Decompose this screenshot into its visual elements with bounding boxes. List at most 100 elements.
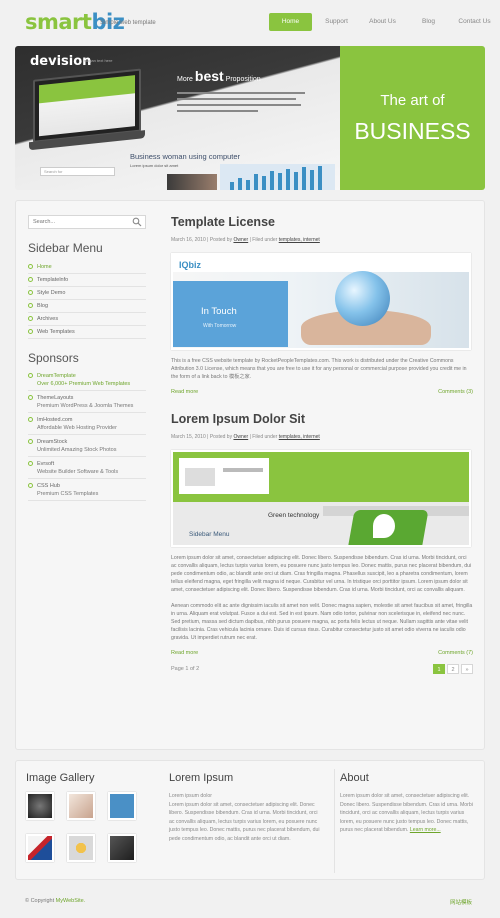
image-caption: In Touch bbox=[201, 306, 237, 317]
main-nav: Home Support About Us Blog Contact Us bbox=[269, 13, 499, 31]
sponsor-item[interactable]: ImHosted.com Affordable Web Hosting Provi… bbox=[28, 413, 146, 435]
leaf-icon bbox=[373, 514, 395, 538]
image-brand: IQbiz bbox=[179, 260, 201, 270]
page-links: 1 2 » bbox=[431, 664, 473, 674]
content-panel: Sidebar Menu Home Templatelnfo Style Dem… bbox=[15, 200, 485, 750]
nav-blog[interactable]: Blog bbox=[407, 13, 450, 31]
next-page-button[interactable]: » bbox=[461, 664, 473, 674]
comments-link[interactable]: Comments (3) bbox=[438, 389, 473, 395]
banner-slogan: The art of BUSINESS bbox=[340, 46, 485, 190]
template-link[interactable]: 网站模板 bbox=[450, 898, 472, 906]
hero-banner: devision slogan text here More best Prop… bbox=[15, 46, 485, 190]
gallery-thumb[interactable] bbox=[67, 792, 95, 820]
banner-headline-sub: Lorem ipsum dolor sit amet bbox=[130, 163, 179, 168]
post-author-link[interactable]: Owner bbox=[233, 434, 248, 440]
banner-photo bbox=[167, 174, 217, 190]
post-author-link[interactable]: Owner bbox=[233, 237, 248, 243]
bullet-icon bbox=[28, 373, 33, 378]
nav-contact-us[interactable]: Contact Us bbox=[453, 13, 496, 31]
search-input[interactable] bbox=[29, 216, 124, 228]
about-section: About Lorem ipsum dolor sit amet, consec… bbox=[340, 772, 478, 835]
sponsor-item[interactable]: DreamStock Unlimited Amazing Stock Photos bbox=[28, 435, 146, 457]
globe-graphic bbox=[335, 271, 390, 326]
site-link[interactable]: MyWebSite. bbox=[56, 898, 86, 904]
post-body: This is a free CSS website template by R… bbox=[171, 358, 467, 380]
search-icon[interactable] bbox=[132, 217, 142, 227]
sidebar-item-style-demo[interactable]: Style Demo bbox=[28, 287, 146, 300]
nav-about-us[interactable]: About Us bbox=[361, 13, 404, 31]
bullet-icon bbox=[28, 316, 33, 321]
bullet-icon bbox=[28, 483, 33, 488]
bullet-icon bbox=[28, 329, 33, 334]
comments-link[interactable]: Comments (7) bbox=[438, 650, 473, 656]
bullet-icon bbox=[28, 439, 33, 444]
banner-brand-sub: slogan text here bbox=[84, 58, 113, 63]
nav-home[interactable]: Home bbox=[269, 13, 312, 31]
gallery-thumb[interactable] bbox=[108, 834, 136, 862]
main-content: Template License March 16, 2010 | Posted… bbox=[171, 215, 473, 674]
footer-panel: Image Gallery Lorem Ipsum Lorem ipsum do… bbox=[15, 760, 485, 880]
post-tags-link[interactable]: templates, internet bbox=[279, 237, 320, 243]
post-image: Green technology Sidebar Menu bbox=[171, 450, 471, 547]
laptop-illustration bbox=[29, 68, 145, 155]
slogan-line1: The art of bbox=[380, 92, 445, 109]
post-links: Read more Comments (3) bbox=[171, 389, 473, 395]
footer-divider bbox=[334, 769, 335, 873]
sidebar-item-web-templates[interactable]: Web Templates bbox=[28, 326, 146, 339]
page-2-button[interactable]: 2 bbox=[447, 664, 459, 674]
banner-image: devision slogan text here More best Prop… bbox=[15, 46, 340, 190]
gallery-thumb[interactable] bbox=[67, 834, 95, 862]
sponsor-item[interactable]: Evrsoft Website Builder Software & Tools bbox=[28, 457, 146, 479]
banner-headline: Business woman using computer bbox=[130, 152, 241, 161]
post-meta: March 15, 2010 | Posted by Owner | Filed… bbox=[171, 434, 320, 440]
gallery-thumb[interactable] bbox=[26, 792, 54, 820]
bullet-icon bbox=[28, 290, 33, 295]
sponsor-item[interactable]: DreamTemplate Over 6,000+ Premium Web Tem… bbox=[28, 369, 146, 391]
sidebar-item-archives[interactable]: Archives bbox=[28, 313, 146, 326]
post-title[interactable]: Lorem Ipsum Dolor Sit bbox=[171, 412, 473, 426]
about-title: About bbox=[340, 772, 369, 784]
sponsors-list: DreamTemplate Over 6,000+ Premium Web Tem… bbox=[28, 369, 146, 501]
gallery-thumb[interactable] bbox=[26, 834, 54, 862]
slogan-line2: BUSINESS bbox=[354, 118, 471, 144]
site-tagline: Simple web template bbox=[100, 20, 156, 26]
bullet-icon bbox=[28, 303, 33, 308]
learn-more-link[interactable]: Learn more... bbox=[410, 827, 441, 833]
sidebar-item-templateinfo[interactable]: Templatelnfo bbox=[28, 274, 146, 287]
post-links: Read more Comments (7) bbox=[171, 650, 473, 656]
logo-part1: smart bbox=[25, 10, 92, 34]
nav-support[interactable]: Support bbox=[315, 13, 358, 31]
copyright: © Copyright MyWebSite. bbox=[25, 898, 86, 904]
sponsor-item[interactable]: ThemeLayouts Premium WordPress & Joomla T… bbox=[28, 391, 146, 413]
bullet-icon bbox=[28, 264, 33, 269]
banner-search-mock: Search for bbox=[40, 167, 115, 176]
image-gallery bbox=[26, 792, 156, 862]
read-more-link[interactable]: Read more bbox=[171, 389, 198, 395]
sidebar-menu: Home Templatelnfo Style Demo Blog Archiv… bbox=[28, 261, 146, 339]
sidebar-item-blog[interactable]: Blog bbox=[28, 300, 146, 313]
page-label: Page 1 of 2 bbox=[171, 666, 200, 672]
lorem-text: Lorem ipsum dolor sit amet, consectetuer… bbox=[169, 801, 320, 842]
search-box bbox=[28, 215, 146, 229]
page-1-button[interactable]: 1 bbox=[433, 664, 445, 674]
post-image: IQbiz In Touch With Tomorrow bbox=[171, 253, 471, 350]
post-tags-link[interactable]: templates, internet bbox=[279, 434, 320, 440]
gallery-thumb[interactable] bbox=[108, 792, 136, 820]
lorem-text-short: Lorem ipsum dolor bbox=[169, 793, 212, 799]
bullet-icon bbox=[28, 461, 33, 466]
blog-post: Lorem Ipsum Dolor Sit March 15, 2010 | P… bbox=[171, 412, 473, 656]
sponsor-item[interactable]: CSS Hub Premium CSS Templates bbox=[28, 479, 146, 501]
post-title[interactable]: Template License bbox=[171, 215, 473, 229]
lorem-section: Lorem Ipsum Lorem ipsum dolor Lorem ipsu… bbox=[169, 772, 324, 843]
read-more-link[interactable]: Read more bbox=[171, 650, 198, 656]
sidebar-item-home[interactable]: Home bbox=[28, 261, 146, 274]
blog-post: Template License March 16, 2010 | Posted… bbox=[171, 215, 473, 395]
post-body: Lorem ipsum dolor sit amet, consectetuer… bbox=[171, 555, 473, 641]
banner-bar-graphic bbox=[220, 164, 335, 190]
sidebar-menu-title: Sidebar Menu bbox=[28, 241, 103, 255]
sidebar: Sidebar Menu Home Templatelnfo Style Dem… bbox=[28, 215, 146, 501]
lorem-title: Lorem Ipsum bbox=[169, 772, 234, 784]
post-meta: March 16, 2010 | Posted by Owner | Filed… bbox=[171, 237, 320, 243]
pagination: Page 1 of 2 1 2 » bbox=[171, 664, 473, 674]
banner-proposition: More best Proposition bbox=[177, 68, 261, 84]
